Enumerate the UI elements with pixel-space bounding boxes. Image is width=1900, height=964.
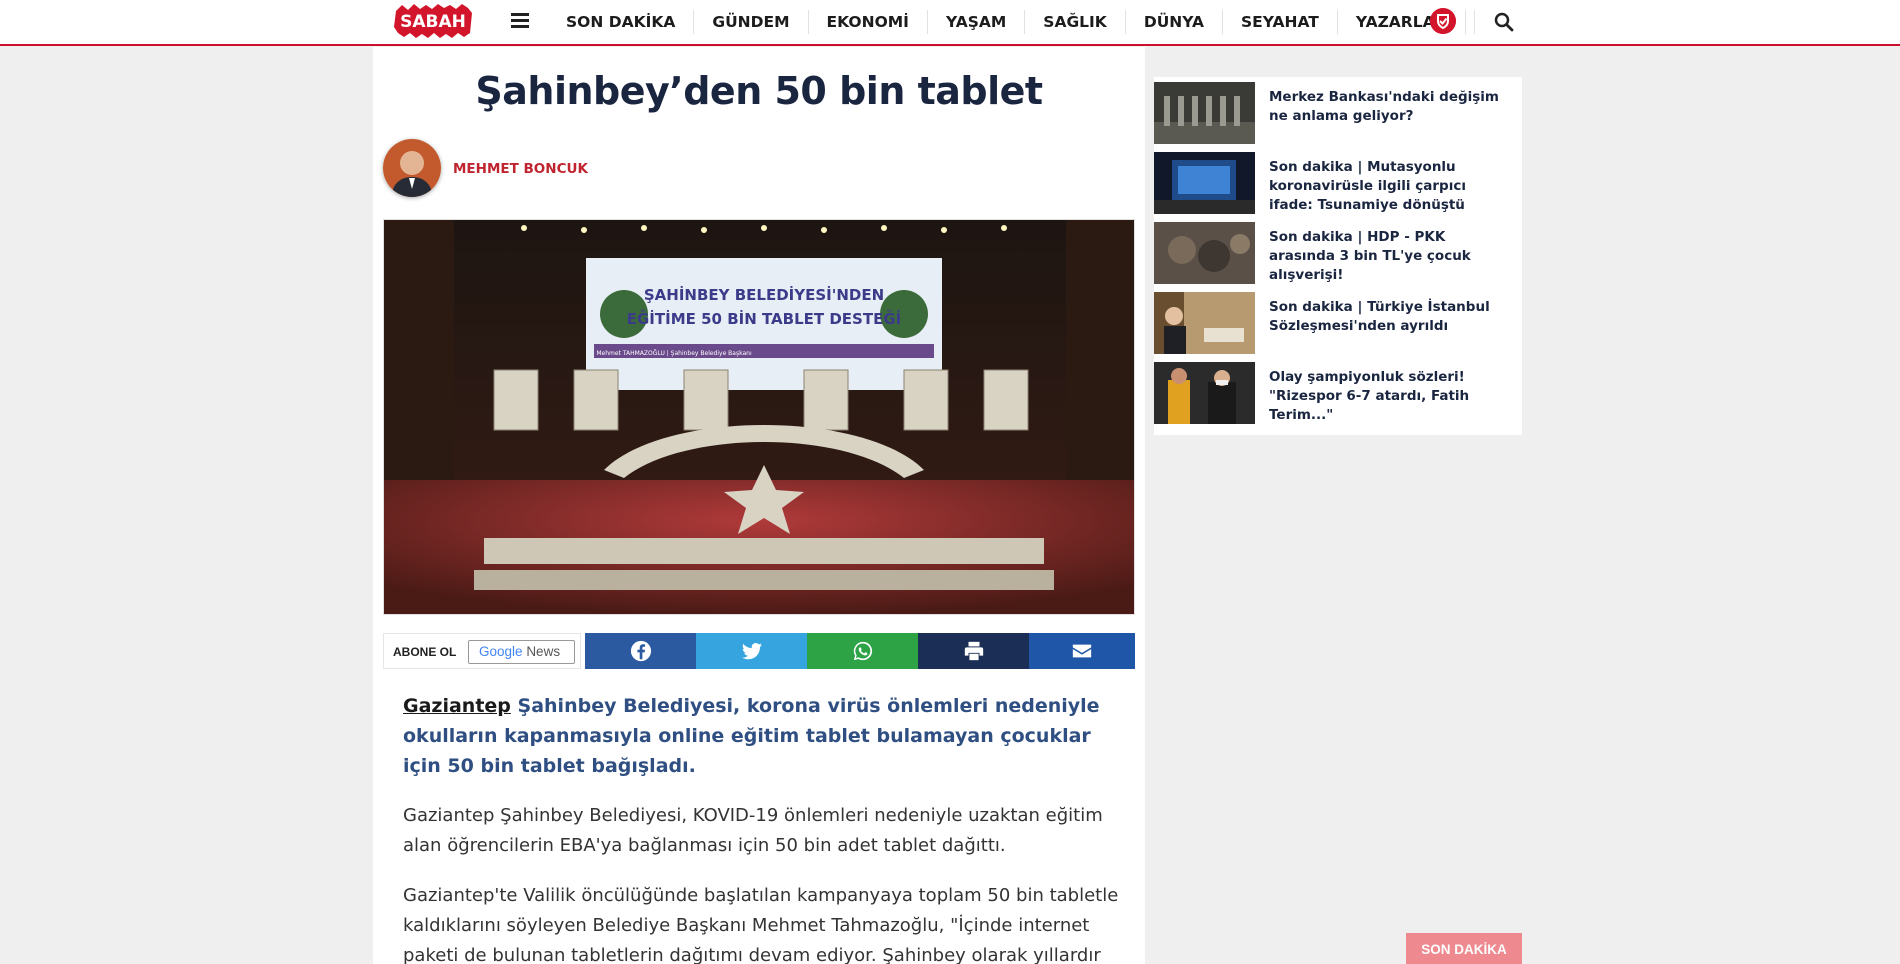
shield-icon[interactable] xyxy=(1430,8,1456,34)
related-news-thumbnail xyxy=(1154,362,1255,424)
related-news-item[interactable]: Son dakika | HDP - PKK arasında 3 bin TL… xyxy=(1154,222,1522,284)
nav-divider xyxy=(1474,10,1475,34)
article-title: Şahinbey’den 50 bin tablet xyxy=(475,69,1043,113)
related-news-item[interactable]: Son dakika | Mutasyonlu koronavirüsle il… xyxy=(1154,152,1522,214)
related-news-title: Olay şampiyonluk sözleri! "Rizespor 6-7 … xyxy=(1269,369,1470,423)
article-lead: Gaziantep Şahinbey Belediyesi, korona vi… xyxy=(403,691,1123,781)
search-icon[interactable] xyxy=(1494,12,1514,32)
main-nav: SON DAKİKA GÜNDEM EKONOMİ YAŞAM SAĞLIK D… xyxy=(548,0,1466,44)
hero-banner-line2: EĞİTİME 50 BİN TABLET DESTEĞİ xyxy=(627,309,901,328)
hero-banner-line1: ŞAHİNBEY BELEDİYESİ'NDEN xyxy=(644,285,884,304)
related-news-thumbnail xyxy=(1154,82,1255,144)
print-button[interactable] xyxy=(918,633,1029,669)
abone-box: ABONE OL Google News xyxy=(383,633,581,669)
article-paragraph-2: Gaziantep'te Valilik öncülüğünde başlatı… xyxy=(403,885,1119,964)
related-news-item[interactable]: Merkez Bankası'ndaki değişim ne anlama g… xyxy=(1154,82,1522,144)
abone-label: ABONE OL xyxy=(393,645,457,659)
related-news-thumbnail xyxy=(1154,222,1255,284)
google-news-button[interactable]: Google News xyxy=(468,640,575,664)
article-paragraph-1: Gaziantep Şahinbey Belediyesi, KOVID-19 … xyxy=(403,805,1103,856)
related-news-title: Son dakika | HDP - PKK arasında 3 bin TL… xyxy=(1269,229,1471,283)
hamburger-icon[interactable] xyxy=(511,13,529,29)
nav-ekonomi[interactable]: EKONOMİ xyxy=(809,10,928,34)
facebook-share-button[interactable] xyxy=(585,633,696,669)
twitter-icon xyxy=(741,643,762,660)
nav-yasam[interactable]: YAŞAM xyxy=(928,10,1026,34)
hero-image: ŞAHİNBEY BELEDİYESİ'NDEN EĞİTİME 50 BİN … xyxy=(383,219,1135,615)
related-news-title: Son dakika | Mutasyonlu koronavirüsle il… xyxy=(1269,159,1466,213)
facebook-icon xyxy=(630,640,651,662)
son-dakika-floating-button[interactable]: SON DAKİKA xyxy=(1406,933,1522,964)
author-avatar[interactable] xyxy=(383,139,441,197)
print-icon xyxy=(964,641,983,661)
share-row: ABONE OL Google News xyxy=(383,633,1135,669)
whatsapp-icon xyxy=(853,641,872,661)
nav-saglik[interactable]: SAĞLIK xyxy=(1025,10,1126,34)
twitter-share-button[interactable] xyxy=(696,633,807,669)
hero-banner-sub: Mehmet TAHMAZOĞLU | Şahinbey Belediye Ba… xyxy=(596,350,752,357)
author-name[interactable]: MEHMET BONCUK xyxy=(453,161,588,177)
article-column: Şahinbey’den 50 bin tablet MEHMET BONCUK xyxy=(373,47,1145,964)
nav-gundem[interactable]: GÜNDEM xyxy=(694,10,809,34)
related-news-thumbnail xyxy=(1154,152,1255,214)
nav-seyahat[interactable]: SEYAHAT xyxy=(1223,10,1338,34)
google-word: Google xyxy=(479,644,523,659)
related-news-sidebar: Merkez Bankası'ndaki değişim ne anlama g… xyxy=(1154,77,1522,435)
top-navigation-bar: SABAH SON DAKİKA GÜNDEM EKONOMİ YAŞAM SA… xyxy=(0,0,1900,46)
nav-son-dakika[interactable]: SON DAKİKA xyxy=(548,10,695,34)
related-news-thumbnail xyxy=(1154,292,1255,354)
lead-location-link[interactable]: Gaziantep xyxy=(403,695,511,717)
logo-text: SABAH xyxy=(400,12,466,32)
related-news-item[interactable]: Son dakika | Türkiye İstanbul Sözleşmesi… xyxy=(1154,292,1522,354)
related-news-title: Son dakika | Türkiye İstanbul Sözleşmesi… xyxy=(1269,299,1490,334)
nav-dunya[interactable]: DÜNYA xyxy=(1126,10,1223,34)
email-share-button[interactable] xyxy=(1029,633,1135,669)
related-news-item[interactable]: Olay şampiyonluk sözleri! "Rizespor 6-7 … xyxy=(1154,362,1522,424)
related-news-title: Merkez Bankası'ndaki değişim ne anlama g… xyxy=(1269,89,1500,124)
email-icon xyxy=(1072,644,1092,658)
whatsapp-share-button[interactable] xyxy=(807,633,918,669)
news-word: News xyxy=(526,644,561,659)
sabah-logo[interactable]: SABAH xyxy=(392,3,474,39)
